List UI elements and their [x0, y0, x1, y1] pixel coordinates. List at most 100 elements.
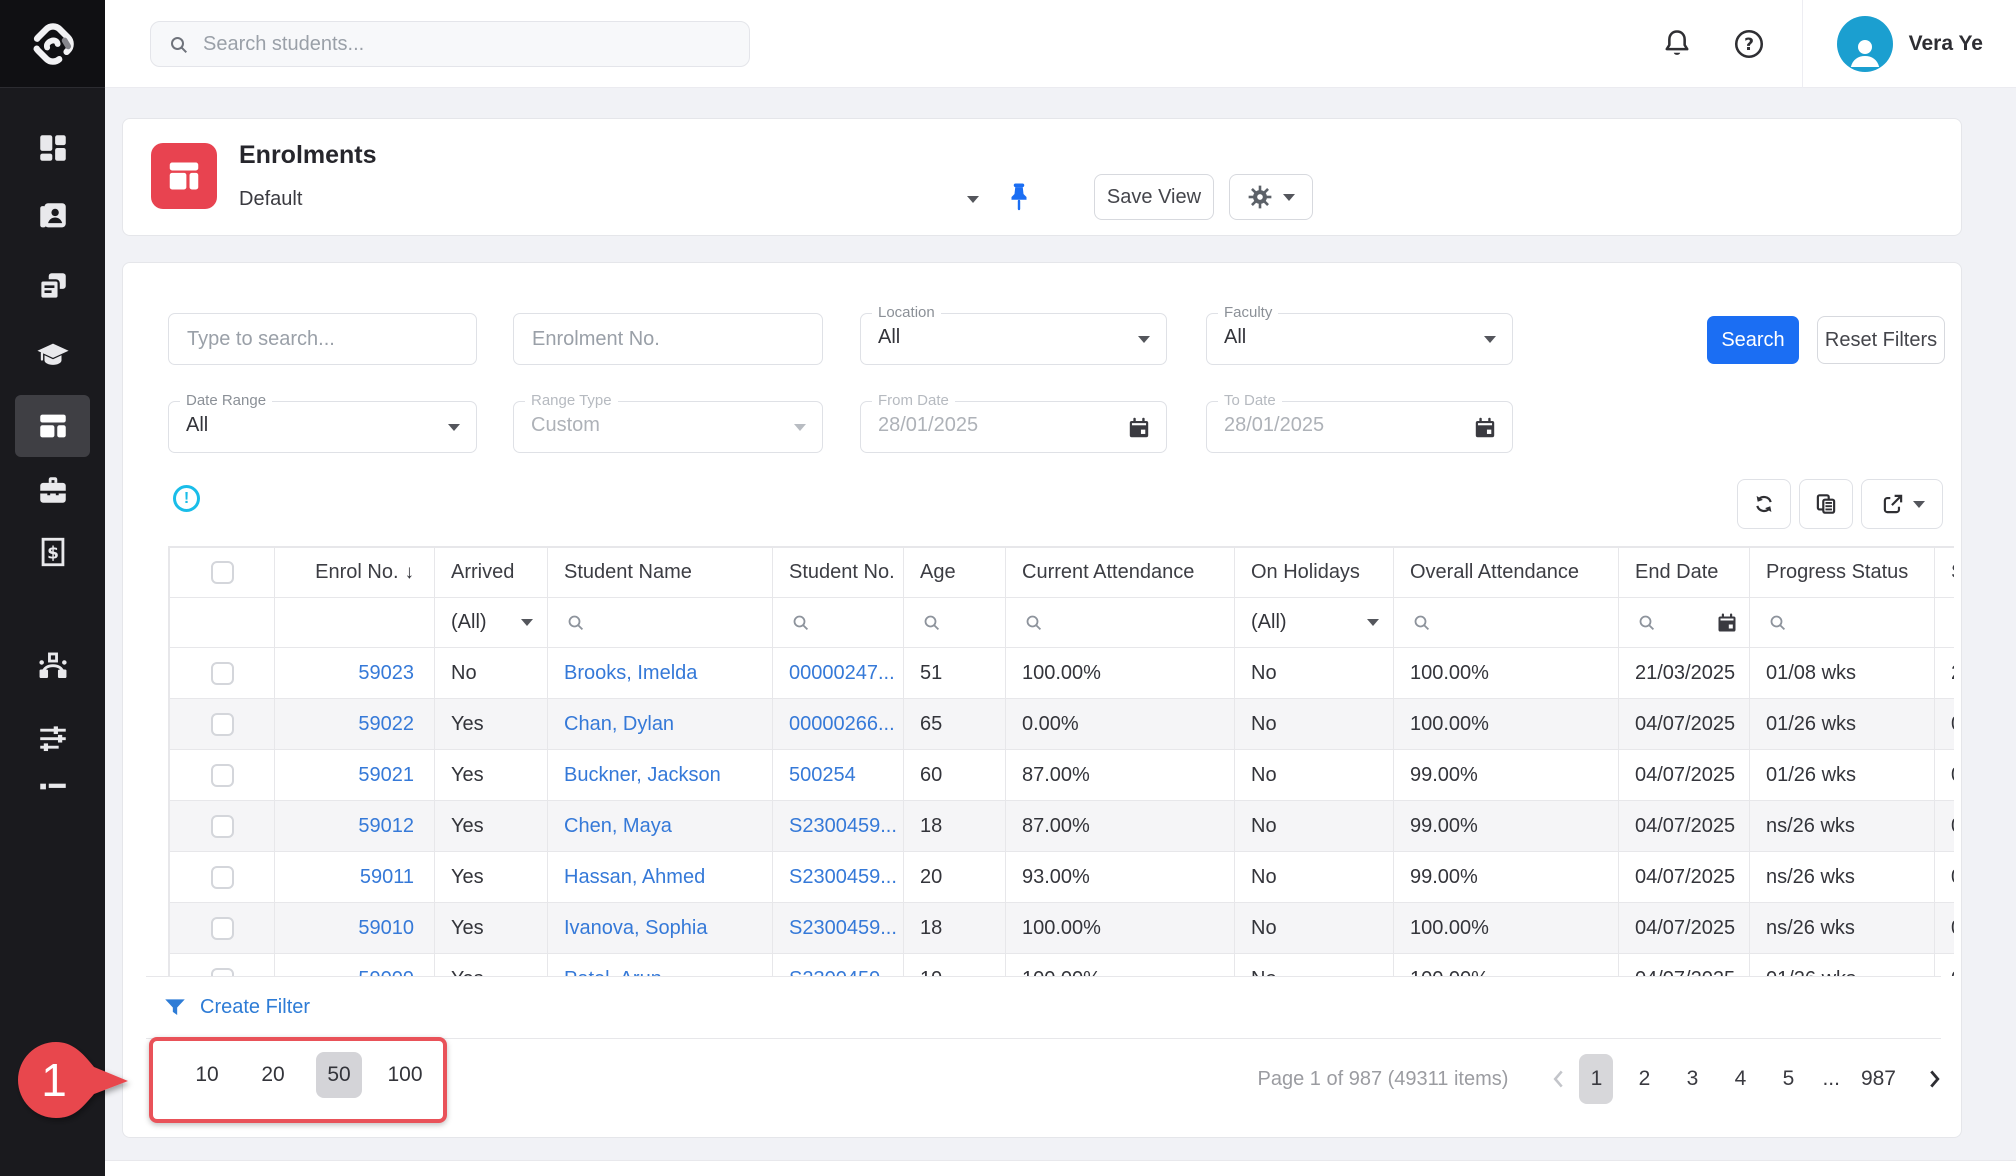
col-enrol-no[interactable]: Enrol No.↓ [275, 548, 435, 598]
location-select[interactable]: Location All [860, 313, 1167, 365]
enrol-no-link[interactable]: 59011 [360, 866, 414, 888]
student-name-link[interactable]: Brooks, Imelda [564, 662, 697, 684]
enrolment-no-input[interactable] [514, 314, 822, 364]
student-name-filter[interactable] [564, 611, 772, 635]
app-logo[interactable] [0, 0, 105, 88]
reset-filters-button[interactable]: Reset Filters [1817, 316, 1945, 364]
student-no-link[interactable]: S2300459... [789, 815, 897, 837]
user-name[interactable]: Vera Ye [1909, 32, 1983, 56]
view-settings-button[interactable] [1229, 174, 1313, 220]
page-number-1[interactable]: 1 [1579, 1054, 1613, 1104]
sidebar-item-enrolments[interactable] [15, 395, 90, 457]
end-date-filter[interactable] [1635, 611, 1749, 635]
page-size-20[interactable]: 20 [250, 1052, 296, 1098]
sidebar-item-finance[interactable]: $ [15, 521, 90, 583]
help-icon[interactable]: ? [1732, 27, 1766, 61]
col-age[interactable]: Age [904, 548, 1006, 598]
student-no-filter[interactable] [789, 611, 903, 635]
student-name-link[interactable]: Chen, Maya [564, 815, 672, 837]
col-end-date[interactable]: End Date [1619, 548, 1750, 598]
student-no-link[interactable]: S2300459... [789, 968, 897, 977]
page-size-100[interactable]: 100 [382, 1052, 428, 1098]
col-arrived[interactable]: Arrived [435, 548, 548, 598]
enrol-no-link[interactable]: 59022 [358, 713, 414, 735]
view-selector[interactable]: Default [239, 181, 979, 217]
page-number-987[interactable]: 987 [1857, 1054, 1900, 1104]
to-date-field[interactable]: To Date 28/01/2025 [1206, 401, 1513, 453]
user-avatar[interactable] [1837, 16, 1893, 72]
create-filter-link[interactable]: Create Filter [200, 996, 310, 1019]
row-checkbox[interactable] [211, 713, 234, 736]
progress-status-filter[interactable] [1766, 611, 1934, 635]
sidebar-item-more[interactable] [15, 764, 90, 826]
calendar-icon[interactable] [1126, 415, 1152, 441]
page-number-3[interactable]: 3 [1675, 1054, 1709, 1104]
save-view-button[interactable]: Save View [1094, 174, 1214, 220]
calendar-icon[interactable] [1472, 415, 1498, 441]
sidebar-item-settings[interactable] [15, 707, 90, 769]
info-icon[interactable]: ! [173, 485, 200, 512]
age-filter[interactable] [920, 611, 1005, 635]
student-no-link[interactable]: 500254 [789, 764, 856, 786]
page-size-50[interactable]: 50 [316, 1052, 362, 1098]
pin-view-icon[interactable] [1001, 179, 1037, 215]
col-current-attendance[interactable]: Current Attendance [1006, 548, 1235, 598]
student-name-link[interactable]: Patel, Arun [564, 968, 662, 977]
overall-attendance-filter[interactable] [1410, 611, 1618, 635]
enrol-no-link[interactable]: 59009 [358, 968, 414, 977]
faculty-select[interactable]: Faculty All [1206, 313, 1513, 365]
export-button[interactable] [1861, 479, 1943, 529]
enrol-no-link[interactable]: 59021 [358, 764, 414, 786]
enrol-no-link[interactable]: 59010 [358, 917, 414, 939]
page-number-5[interactable]: 5 [1771, 1054, 1805, 1104]
range-type-select[interactable]: Range Type Custom [513, 401, 823, 453]
row-checkbox[interactable] [211, 917, 234, 940]
previous-page-icon[interactable] [1546, 1066, 1572, 1092]
select-all-checkbox[interactable] [211, 561, 234, 584]
search-button[interactable]: Search [1707, 316, 1799, 364]
row-checkbox[interactable] [211, 815, 234, 838]
student-name-link[interactable]: Buckner, Jackson [564, 764, 721, 786]
on-holidays-filter-select[interactable]: (All) [1251, 611, 1393, 634]
page-size-10[interactable]: 10 [184, 1052, 230, 1098]
page-number-2[interactable]: 2 [1627, 1054, 1661, 1104]
row-checkbox[interactable] [211, 662, 234, 685]
sidebar-item-courses[interactable] [15, 324, 90, 386]
current-attendance-filter[interactable] [1022, 611, 1234, 635]
sidebar-item-agents[interactable] [15, 459, 90, 521]
col-overall-attendance[interactable]: Overall Attendance [1394, 548, 1619, 598]
calendar-icon[interactable] [1715, 611, 1739, 635]
row-checkbox[interactable] [211, 866, 234, 889]
student-name-link[interactable]: Ivanova, Sophia [564, 917, 707, 939]
row-checkbox[interactable] [211, 968, 234, 977]
col-student-no[interactable]: Student No. [773, 548, 904, 598]
col-on-holidays[interactable]: On Holidays [1235, 548, 1394, 598]
from-date-field[interactable]: From Date 28/01/2025 [860, 401, 1167, 453]
col-progress-status[interactable]: Progress Status [1750, 548, 1935, 598]
clipped-filter[interactable] [1951, 611, 1954, 635]
sidebar-item-students[interactable] [15, 185, 90, 247]
student-no-link[interactable]: S2300459... [789, 917, 897, 939]
student-no-link[interactable]: 00000247... [789, 662, 895, 684]
quick-search-input[interactable] [169, 314, 476, 364]
page-number-4[interactable]: 4 [1723, 1054, 1757, 1104]
enrol-no-link[interactable]: 59023 [358, 662, 414, 684]
search-students-input[interactable] [203, 22, 733, 66]
arrived-filter-select[interactable]: (All) [451, 611, 547, 634]
enrol-no-link[interactable]: 59012 [358, 815, 414, 837]
row-checkbox[interactable] [211, 764, 234, 787]
col-student-name[interactable]: Student Name [548, 548, 773, 598]
student-name-link[interactable]: Hassan, Ahmed [564, 866, 705, 888]
student-no-link[interactable]: 00000266... [789, 713, 895, 735]
date-range-select[interactable]: Date Range All [168, 401, 477, 453]
sidebar-item-dashboard[interactable] [15, 117, 90, 179]
refresh-button[interactable] [1737, 479, 1791, 529]
student-name-link[interactable]: Chan, Dylan [564, 713, 674, 735]
col-clipped[interactable]: S [1935, 548, 1955, 598]
sidebar-item-cards[interactable] [15, 255, 90, 317]
notifications-bell-icon[interactable] [1660, 27, 1694, 61]
column-chooser-button[interactable] [1799, 479, 1853, 529]
sidebar-item-automation[interactable] [15, 635, 90, 697]
next-page-icon[interactable] [1921, 1066, 1947, 1092]
student-no-link[interactable]: S2300459... [789, 866, 897, 888]
